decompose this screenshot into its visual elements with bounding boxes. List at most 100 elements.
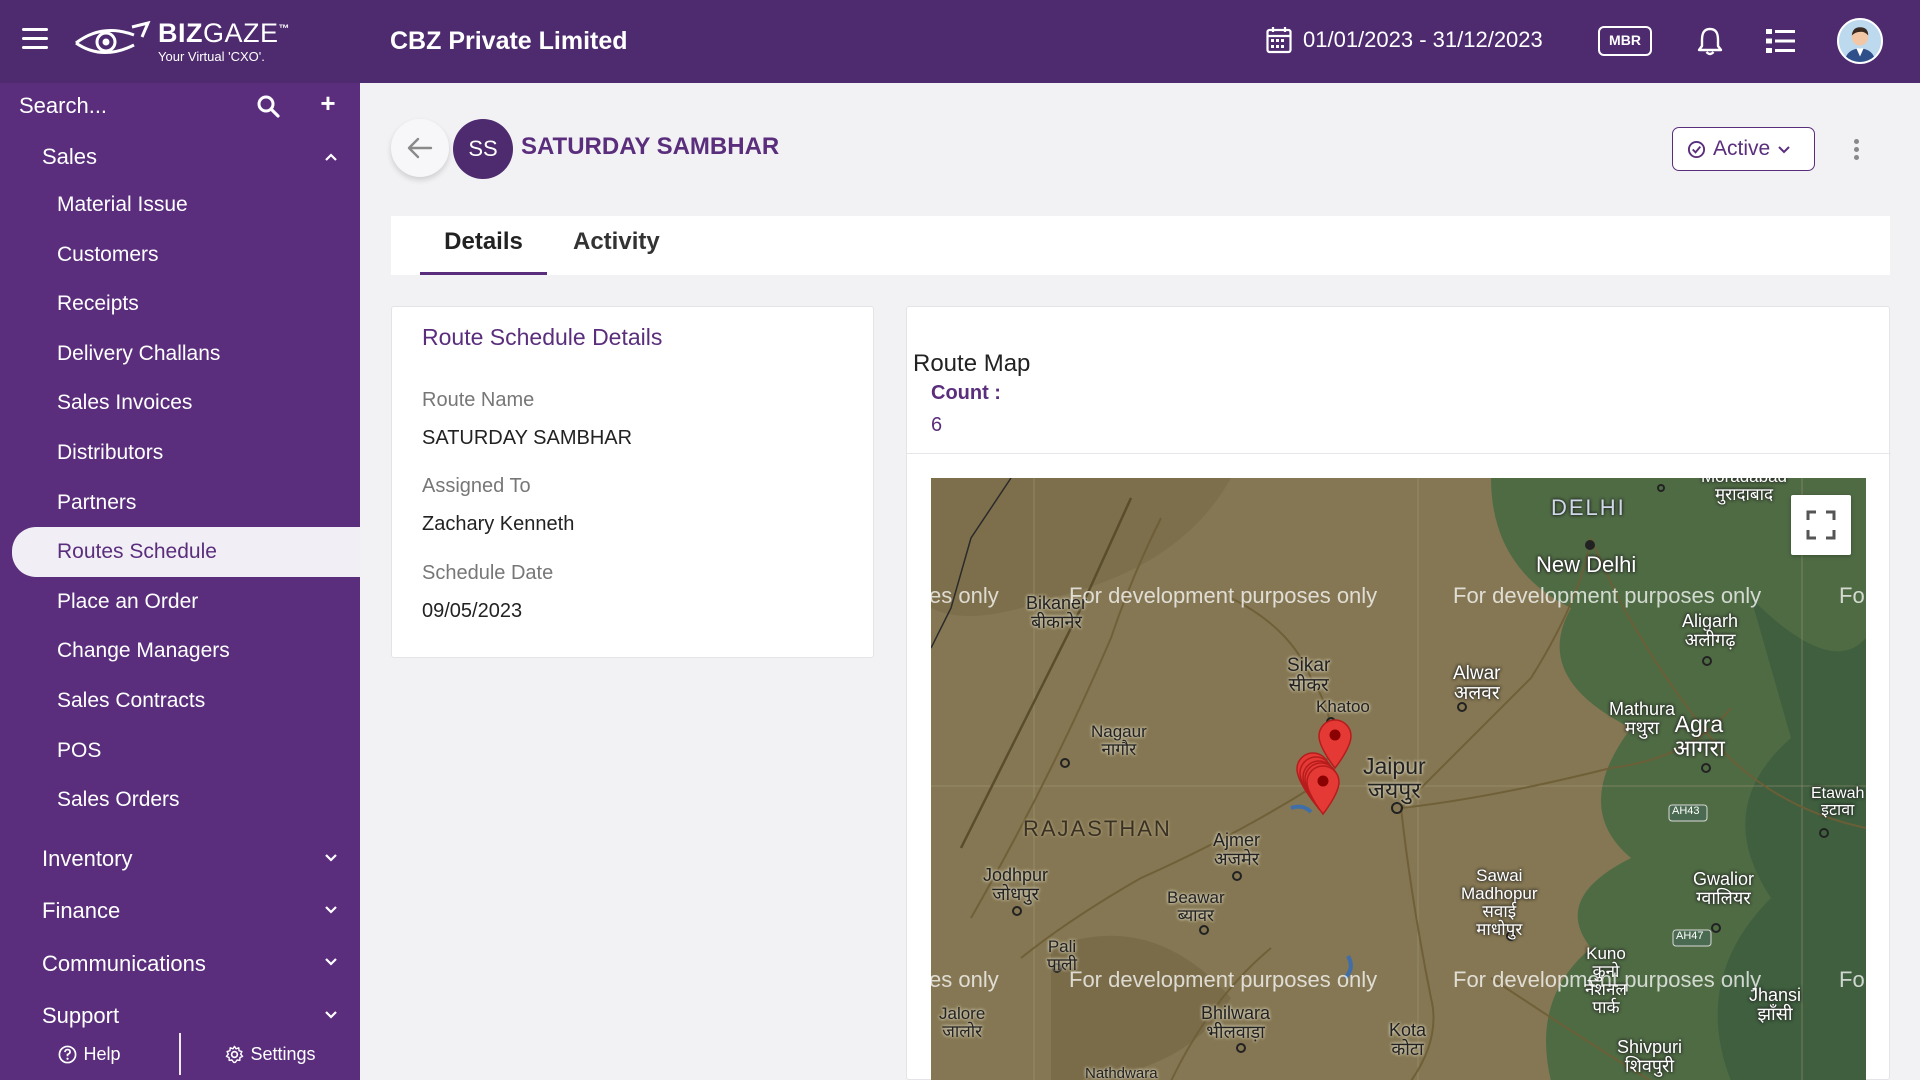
sidebar-item-label: Distributors	[57, 440, 164, 464]
sidebar-item-routes-schedule[interactable]: Routes Schedule	[12, 527, 360, 577]
map-label-aligarh: Aligarh अलीगढ़	[1682, 611, 1739, 650]
sidebar-item-label: Customers	[57, 242, 159, 266]
route-name-label: Route Name	[422, 389, 535, 411]
bell-icon[interactable]	[1696, 26, 1724, 56]
sidebar-item-sales-invoices[interactable]: Sales Invoices	[0, 378, 360, 428]
sidebar-item-customers[interactable]: Customers	[0, 230, 360, 280]
record-title: SATURDAY SAMBHAR	[521, 133, 780, 160]
map-label-new-delhi: New Delhi	[1536, 552, 1637, 577]
sidebar-item-receipts[interactable]: Receipts	[0, 279, 360, 329]
route-map-card: Route Map Count : 6 DELHI New Delhi मुरा…	[906, 306, 1891, 1080]
nav-group-label: Inventory	[42, 845, 133, 871]
sidebar-item-sales-orders[interactable]: Sales Orders	[0, 775, 360, 825]
search-input[interactable]: Search...	[19, 93, 107, 119]
status-label: Active	[1713, 137, 1771, 160]
map-title: Route Map	[913, 350, 1031, 377]
map-label-bhilwara: Bhilwara भीलवाड़ा	[1201, 1003, 1271, 1042]
chevron-up-icon	[325, 153, 337, 161]
sidebar-item-partners[interactable]: Partners	[0, 478, 360, 528]
sidebar-item-label: Place an Order	[57, 589, 199, 613]
map-label-khatoo: Khatoo	[1316, 697, 1370, 716]
tab-activity[interactable]: Activity	[573, 228, 660, 275]
nav-group-sales[interactable]: Sales	[0, 133, 360, 180]
mbr-badge[interactable]: MBR	[1598, 26, 1652, 56]
card-divider	[907, 453, 1891, 454]
sidebar-nav: Sales Material Issue Customers Receipts …	[0, 133, 360, 1042]
nav-group-label: Communications	[42, 950, 206, 976]
route-schedule-details-card: Route Schedule Details Route Name SATURD…	[391, 306, 874, 658]
chevron-down-icon	[325, 957, 337, 966]
add-button[interactable]: +	[310, 86, 346, 122]
map-watermark-partial-right: Fo	[1839, 967, 1865, 992]
sidebar-item-label: Partners	[57, 490, 137, 514]
hamburger-menu-icon[interactable]	[22, 28, 48, 52]
sidebar-item-material-issue[interactable]: Material Issue	[0, 180, 360, 230]
tab-details[interactable]: Details	[420, 228, 547, 275]
sidebar-item-label: Sales Contracts	[57, 688, 206, 712]
chevron-down-icon	[325, 1010, 337, 1019]
schedule-date-value: 09/05/2023	[422, 600, 523, 622]
sidebar-item-label: Sales Orders	[57, 788, 180, 812]
help-label: Help	[83, 1044, 121, 1064]
sidebar-item-distributors[interactable]: Distributors	[0, 428, 360, 478]
sidebar-item-label: Change Managers	[57, 639, 230, 663]
more-options-icon[interactable]	[1854, 139, 1860, 163]
sidebar-item-change-managers[interactable]: Change Managers	[0, 626, 360, 676]
settings-link[interactable]: Settings	[181, 1029, 360, 1080]
sidebar-item-label: Receipts	[57, 292, 139, 316]
check-circle-icon	[1687, 140, 1706, 158]
status-dropdown[interactable]: Active	[1672, 127, 1815, 171]
schedule-date-label: Schedule Date	[422, 562, 554, 584]
fullscreen-button[interactable]	[1791, 495, 1851, 555]
user-avatar[interactable]	[1837, 18, 1883, 64]
brand-main: BIZ	[158, 17, 203, 48]
help-link[interactable]: Help	[0, 1029, 179, 1080]
map-label-gwalior: Gwalior ग्वालियर	[1693, 869, 1755, 908]
count-label: Count :	[931, 382, 1001, 404]
route-map[interactable]: DELHI New Delhi Moradabad मुरादाबाद Bika…	[931, 478, 1866, 1080]
map-watermark-partial-right: Fo	[1839, 583, 1865, 608]
map-label-ajmer: Ajmer अजमेर	[1213, 830, 1261, 869]
brand-tm: ™	[278, 22, 291, 35]
nav-group-communications[interactable]: Communications	[0, 937, 360, 990]
bizgaze-logo[interactable]: BIZGAZE™ Your Virtual 'CXO'.	[72, 14, 290, 68]
sidebar-search[interactable]: Search... +	[0, 83, 360, 127]
sidebar-footer: Help Settings	[0, 1029, 360, 1080]
help-icon	[59, 1045, 77, 1064]
list-view-icon[interactable]	[1766, 28, 1796, 54]
map-watermark: For development purposes only	[1453, 583, 1762, 608]
date-range-text: 01/01/2023 - 31/12/2023	[1303, 27, 1543, 52]
map-watermark: For development purposes only	[1069, 583, 1378, 608]
map-label-alwar: Alwar अलवर	[1453, 663, 1501, 704]
bizgaze-eye-icon	[75, 21, 151, 55]
arrow-left-icon	[407, 137, 433, 159]
sidebar-item-label: Sales Invoices	[57, 391, 193, 415]
map-watermark: For development purposes only	[1453, 967, 1762, 992]
nav-group-label: Sales	[42, 144, 98, 169]
nav-group-inventory[interactable]: Inventory	[0, 833, 360, 885]
sidebar-item-pos[interactable]: POS	[0, 726, 360, 776]
map-label-kota: Kota कोटा	[1389, 1020, 1427, 1059]
back-button[interactable]	[391, 119, 449, 177]
company-name[interactable]: CBZ Private Limited	[390, 27, 628, 56]
date-range-picker[interactable]: 01/01/2023 - 31/12/2023	[1266, 26, 1543, 54]
sidebar-item-label: Material Issue	[57, 193, 188, 216]
nav-group-label: Finance	[42, 897, 121, 923]
map-label-etawah: Etawah इटावा	[1811, 785, 1865, 819]
settings-label: Settings	[250, 1044, 316, 1064]
nav-group-finance[interactable]: Finance	[0, 885, 360, 937]
map-label-moradabad: Moradabad मुरादाबाद	[1701, 478, 1787, 504]
map-pin-icon[interactable]	[1304, 764, 1342, 816]
sidebar-item-place-an-order[interactable]: Place an Order	[0, 577, 360, 627]
map-label-sikar: Sikar सीकर	[1287, 655, 1331, 696]
search-icon[interactable]	[256, 94, 280, 118]
sidebar-item-delivery-challans[interactable]: Delivery Challans	[0, 329, 360, 379]
map-label-nagaur: Nagaur नागौर	[1091, 722, 1147, 759]
map-label-rajasthan: RAJASTHAN	[1023, 816, 1172, 841]
map-watermark-partial-left: es only	[931, 583, 999, 608]
fullscreen-icon	[1806, 510, 1836, 540]
nav-group-label: Support	[42, 1002, 120, 1028]
calendar-icon	[1266, 27, 1292, 54]
sidebar: Search... + Sales Material Issue Custome…	[0, 83, 360, 1080]
sidebar-item-sales-contracts[interactable]: Sales Contracts	[0, 676, 360, 726]
